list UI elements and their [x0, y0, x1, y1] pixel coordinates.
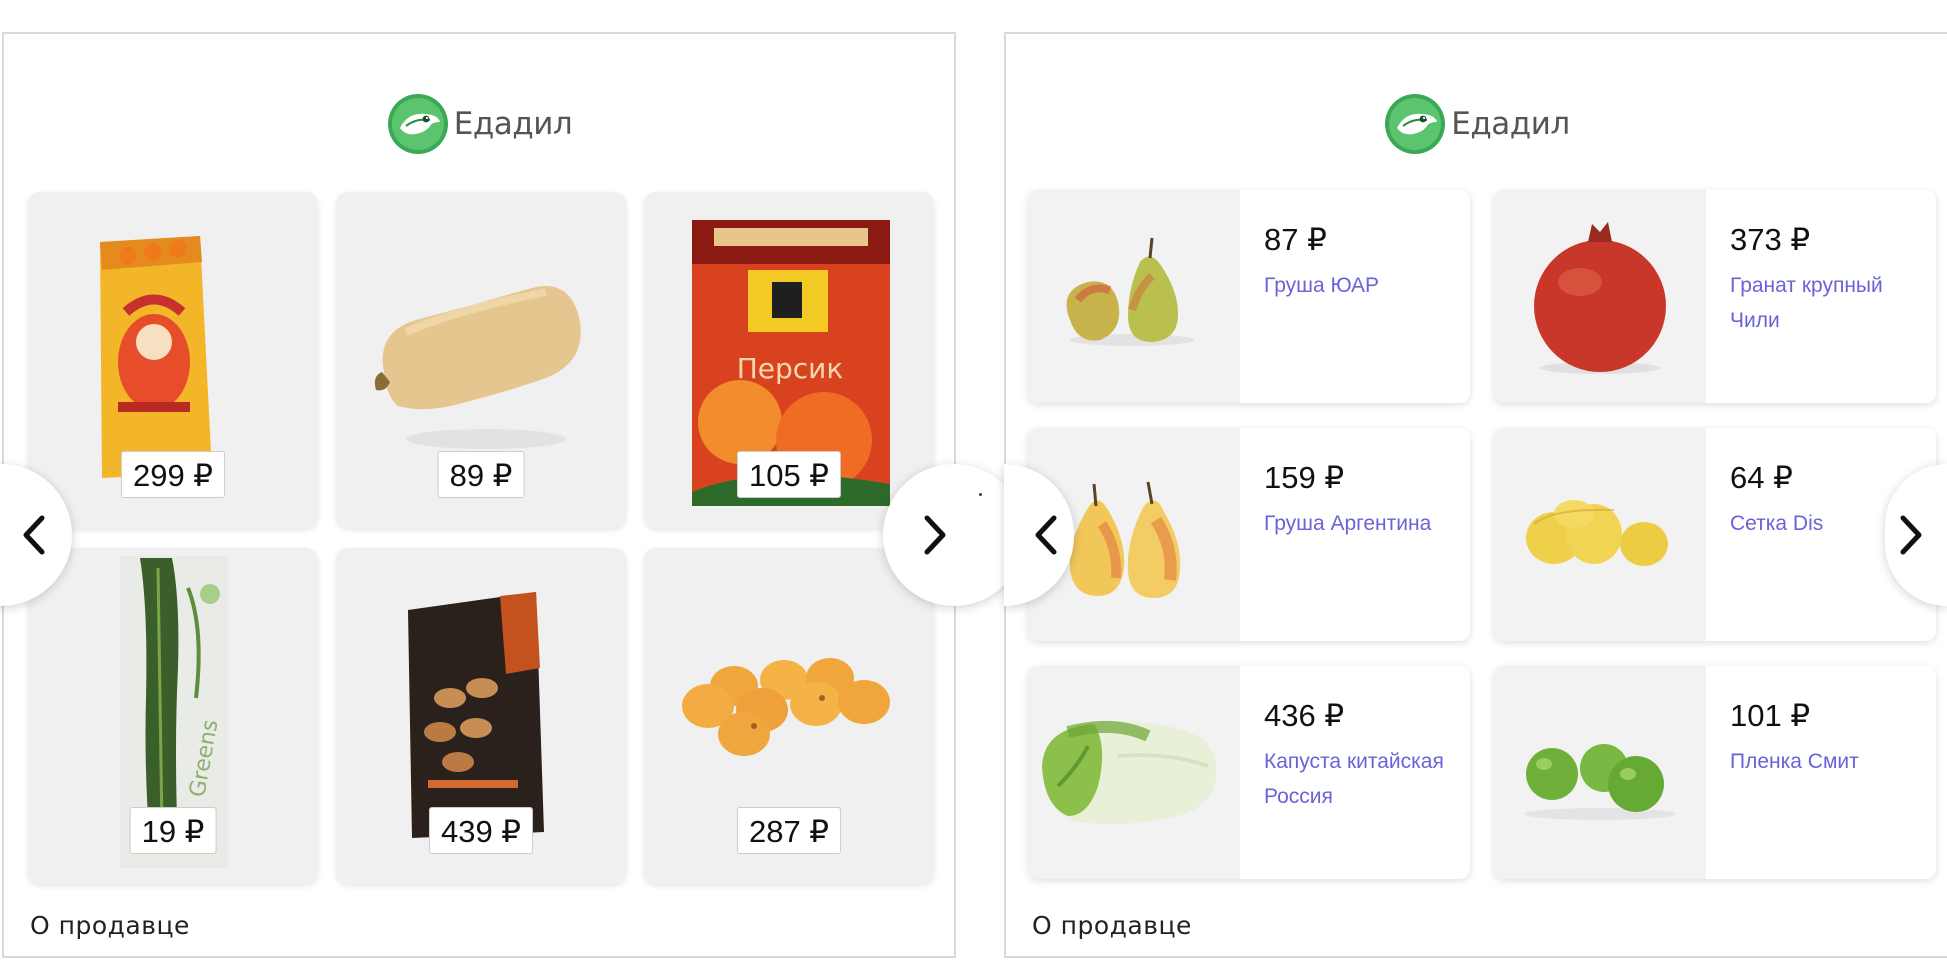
- card-price: 436 ₽: [1264, 698, 1345, 733]
- price-tag: 105 ₽: [736, 451, 842, 498]
- edadil-logo: [1385, 94, 1446, 154]
- product-tile[interactable]: 89 ₽: [336, 192, 626, 528]
- separator-dot: [979, 493, 982, 496]
- brand-name: Едадил: [1451, 106, 1570, 142]
- product-card[interactable]: 373 ₽ Гранат крупный Чили: [1494, 190, 1936, 403]
- chinese-cabbage-image: [1028, 666, 1240, 879]
- card-name-link[interactable]: Груша ЮАР: [1264, 268, 1464, 303]
- price-tag: 299 ₽: [120, 451, 226, 498]
- chevron-left-icon: [23, 515, 45, 555]
- pears-image: [1028, 190, 1240, 403]
- chevron-left-icon: [1035, 515, 1057, 555]
- brand-name: Едадил: [453, 106, 573, 142]
- pomegranate-image: [1494, 190, 1706, 403]
- card-price: 159 ₽: [1264, 460, 1345, 495]
- product-card[interactable]: 101 ₽ Пленка Смит: [1494, 666, 1936, 879]
- widget-left: Едадил 299 ₽ 89 ₽ Персик 105 ₽ Greens 19…: [2, 32, 956, 958]
- chevron-right-icon: [1900, 515, 1922, 555]
- chevron-right-icon: [924, 515, 946, 555]
- card-price: 64 ₽: [1730, 460, 1793, 495]
- product-tile[interactable]: Greens 19 ₽: [28, 548, 318, 884]
- edadil-logo: [387, 94, 448, 154]
- product-card[interactable]: 436 ₽ Капуста китайская Россия: [1028, 666, 1470, 879]
- card-price: 101 ₽: [1730, 698, 1811, 733]
- card-price: 87 ₽: [1264, 222, 1327, 257]
- card-name-link[interactable]: Груша Аргентина: [1264, 506, 1464, 541]
- green-apples-image: [1494, 666, 1706, 879]
- product-tile[interactable]: 287 ₽: [644, 548, 934, 884]
- widget-right: Едадил 87 ₽ Груша ЮАР 373 ₽ Гранат крупн…: [1004, 32, 1947, 958]
- price-tag: 439 ₽: [428, 807, 534, 854]
- card-name-link[interactable]: Капуста китайская Россия: [1264, 744, 1464, 814]
- brand-header[interactable]: Едадил: [1006, 90, 1947, 158]
- about-seller-link[interactable]: О продавце: [30, 911, 190, 940]
- product-tile[interactable]: Персик 105 ₽: [644, 192, 934, 528]
- product-tile[interactable]: 439 ₽: [336, 548, 626, 884]
- card-name-link[interactable]: Пленка Смит: [1730, 744, 1930, 779]
- price-tag: 89 ₽: [437, 451, 525, 498]
- price-tag: 19 ₽: [129, 807, 217, 854]
- price-tag: 287 ₽: [736, 807, 842, 854]
- lemons-image: [1494, 428, 1706, 641]
- about-seller-link[interactable]: О продавце: [1032, 911, 1192, 940]
- svg-text:Персик: Персик: [737, 352, 844, 385]
- card-name-link[interactable]: Гранат крупный Чили: [1730, 268, 1930, 338]
- brand-header[interactable]: Едадил: [4, 90, 954, 158]
- card-price: 373 ₽: [1730, 222, 1811, 257]
- product-card[interactable]: 87 ₽ Груша ЮАР: [1028, 190, 1470, 403]
- product-card[interactable]: 159 ₽ Груша Аргентина: [1028, 428, 1470, 641]
- product-card[interactable]: 64 ₽ Сетка Dis: [1494, 428, 1936, 641]
- product-tile[interactable]: 299 ₽: [28, 192, 318, 528]
